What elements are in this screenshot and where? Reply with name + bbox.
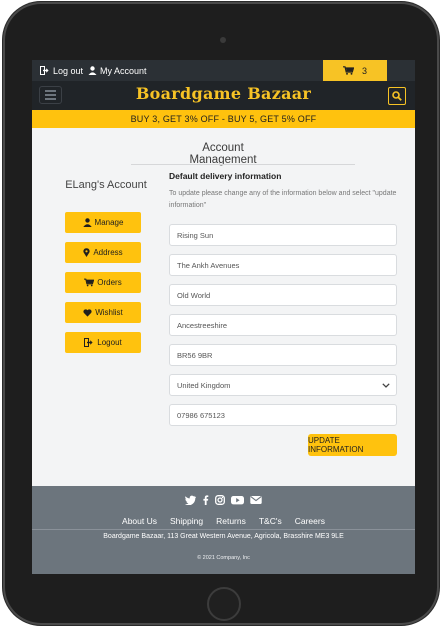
town-field[interactable]: Old World (169, 284, 397, 306)
postcode-field[interactable]: BR56 9BR (169, 344, 397, 366)
address-line-1-field[interactable]: Rising Sun (169, 224, 397, 246)
brand-logo[interactable]: Boardgame Bazaar (32, 84, 415, 103)
footer-link-careers[interactable]: Careers (295, 516, 325, 526)
top-bar: Log out My Account 3 (32, 60, 415, 81)
cart-count: 3 (361, 65, 367, 76)
search-button[interactable] (388, 87, 406, 105)
user-icon (82, 218, 92, 227)
footer-divider (32, 529, 415, 530)
tablet-frame: Log out My Account 3 Boardgame Bazaar BU… (3, 2, 439, 625)
instagram-icon[interactable] (215, 495, 225, 505)
footer: About Us Shipping Returns T&C's Careers … (32, 486, 415, 574)
delivery-info-help: To update please change any of the infor… (169, 190, 397, 209)
app-screen: Log out My Account 3 Boardgame Bazaar BU… (32, 60, 415, 574)
wishlist-button[interactable]: Wishlist (65, 302, 141, 323)
map-marker-icon (83, 248, 90, 257)
logout-label: Log out (53, 65, 84, 76)
cart-icon (342, 66, 354, 75)
home-button[interactable] (207, 587, 241, 621)
manage-label: Manage (94, 218, 124, 227)
orders-label: Orders (97, 278, 122, 287)
delivery-info-heading: Default delivery information (169, 171, 282, 181)
sign-out-icon (40, 66, 49, 75)
company-address: Boardgame Bazaar, 113 Great Western Aven… (103, 533, 344, 540)
logout-button-label: Logout (97, 338, 122, 347)
promo-banner: BUY 3, GET 3% OFF - BUY 5, GET 5% OFF (32, 110, 415, 128)
my-account-link[interactable]: My Account (88, 60, 147, 81)
chevron-down-icon (382, 382, 390, 388)
search-icon (392, 91, 402, 101)
address-line-2-field[interactable]: The Ankh Avenues (169, 254, 397, 276)
county-field[interactable]: Ancestreeshire (169, 314, 397, 336)
cart-button[interactable]: 3 (323, 60, 387, 81)
title-divider (131, 164, 355, 165)
twitter-icon[interactable] (185, 495, 196, 505)
facebook-icon[interactable] (202, 495, 209, 505)
account-title: ELang's Account (65, 179, 147, 191)
footer-link-returns[interactable]: Returns (216, 516, 246, 526)
footer-link-terms[interactable]: T&C's (259, 516, 282, 526)
camera-dot (220, 37, 226, 43)
envelope-icon[interactable] (250, 495, 262, 505)
my-account-label: My Account (100, 65, 147, 76)
cart-icon (84, 278, 95, 287)
orders-button[interactable]: Orders (65, 272, 141, 293)
address-button[interactable]: Address (65, 242, 141, 263)
user-icon (88, 66, 97, 75)
page-title: Account Management (189, 142, 257, 166)
footer-links: About Us Shipping Returns T&C's Careers (32, 516, 415, 526)
manage-button[interactable]: Manage (65, 212, 141, 233)
phone-field[interactable]: 07986 675123 (169, 404, 397, 426)
logout-link[interactable]: Log out (40, 60, 83, 81)
wishlist-label: Wishlist (95, 308, 123, 317)
address-label: Address (93, 248, 123, 257)
heart-icon (83, 308, 92, 317)
update-information-button[interactable]: UPDATE INFORMATION (308, 434, 397, 456)
country-value: United Kingdom (177, 380, 231, 390)
social-links (32, 495, 415, 505)
youtube-icon[interactable] (231, 495, 244, 505)
logout-button[interactable]: Logout (65, 332, 141, 353)
copyright: © 2021 Company, Inc (197, 555, 250, 561)
country-select[interactable]: United Kingdom (169, 374, 397, 396)
sign-out-icon (84, 338, 93, 347)
main-navbar: Boardgame Bazaar (32, 81, 415, 110)
footer-link-shipping[interactable]: Shipping (170, 516, 203, 526)
footer-link-about[interactable]: About Us (122, 516, 157, 526)
